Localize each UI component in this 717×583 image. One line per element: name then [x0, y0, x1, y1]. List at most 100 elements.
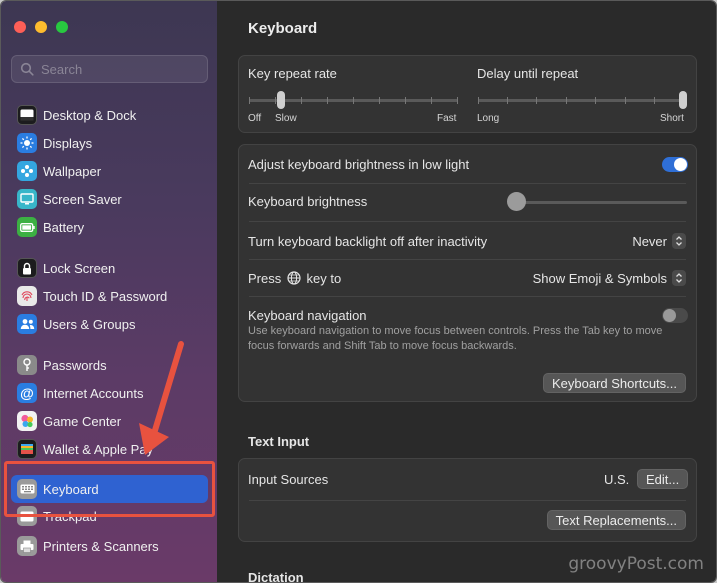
tick — [327, 97, 328, 104]
key-repeat-label: Key repeat rate — [248, 66, 337, 81]
tick — [566, 97, 567, 104]
sidebar-item-label: Battery — [43, 219, 85, 235]
sidebar-item-desktop-dock[interactable]: Desktop & Dock — [11, 101, 208, 129]
sidebar-item-label: Users & Groups — [43, 316, 136, 332]
tick — [595, 97, 596, 104]
sidebar-item-label: Trackpad — [43, 508, 97, 524]
adjust-brightness-toggle[interactable] — [662, 157, 688, 172]
input-sources-label: Input Sources — [248, 472, 329, 487]
game-center-icon — [17, 411, 37, 431]
sidebar-item-users-groups[interactable]: Users & Groups — [11, 310, 208, 338]
backlight-off-popup[interactable]: Never — [632, 233, 686, 249]
sidebar-item-keyboard[interactable]: Keyboard — [11, 475, 208, 503]
press-key-popup[interactable]: Show Emoji & Symbols — [533, 270, 686, 286]
lock-screen-icon — [17, 258, 37, 278]
trackpad-icon — [17, 506, 37, 526]
main-pane: Keyboard Key repeat rate Off Slow Fast D… — [218, 1, 716, 583]
settings-window: Desktop & Dock Displays Wallpaper Screen… — [0, 0, 717, 583]
sidebar-item-label: Displays — [43, 135, 93, 151]
sidebar-item-label: Game Center — [43, 413, 122, 429]
press-key-value: Show Emoji & Symbols — [532, 270, 667, 286]
search-icon — [20, 62, 34, 76]
key-icon — [17, 355, 37, 375]
divider — [249, 500, 686, 501]
sidebar-item-displays[interactable]: Displays — [11, 129, 208, 157]
zoom-button[interactable] — [56, 21, 68, 33]
brightness-knob[interactable] — [507, 192, 526, 211]
at-icon: @ — [17, 383, 37, 403]
sidebar-item-trackpad[interactable]: Trackpad — [11, 504, 208, 528]
delay-min-label: Long — [477, 113, 500, 124]
key-repeat-knob[interactable] — [277, 91, 285, 109]
sidebar-item-label: Lock Screen — [43, 260, 116, 276]
key-repeat-slow-label: Slow — [275, 113, 297, 124]
window-controls — [14, 21, 68, 33]
sidebar-item-screen-saver[interactable]: Screen Saver — [11, 185, 208, 213]
sidebar-item-game-center[interactable]: Game Center — [11, 407, 208, 435]
sidebar-item-printers[interactable]: Printers & Scanners — [11, 532, 208, 560]
keyboard-icon — [17, 479, 37, 499]
tick — [507, 97, 508, 104]
keyboard-options-panel: Adjust keyboard brightness in low light … — [238, 144, 697, 402]
delay-label: Delay until repeat — [477, 66, 579, 81]
search-input[interactable] — [41, 61, 201, 77]
key-repeat-min-label: Off — [248, 113, 262, 124]
text-input-section-title: Text Input — [248, 434, 310, 449]
sidebar-item-internet-accounts[interactable]: @ Internet Accounts — [11, 379, 208, 407]
adjust-brightness-label: Adjust keyboard brightness in low light — [248, 157, 470, 172]
navigation-label: Keyboard navigation — [248, 308, 367, 323]
delay-knob[interactable] — [679, 91, 687, 109]
repeat-panel: Key repeat rate Off Slow Fast Delay unti… — [238, 55, 697, 133]
tick — [301, 97, 302, 104]
sidebar-item-label: Printers & Scanners — [43, 538, 159, 554]
brightness-label: Keyboard brightness — [248, 194, 368, 209]
tick — [353, 97, 354, 104]
keyboard-shortcuts-button[interactable]: Keyboard Shortcuts... — [542, 373, 686, 393]
delay-max-label: Short — [660, 113, 684, 124]
sidebar-item-label: Wallet & Apple Pay — [43, 441, 154, 457]
displays-icon — [17, 133, 37, 153]
sidebar-item-passwords[interactable]: Passwords — [11, 351, 208, 379]
tick — [654, 97, 655, 104]
tick — [431, 97, 432, 104]
page-title: Keyboard — [248, 20, 318, 37]
tick — [275, 97, 276, 104]
sidebar-item-lock-screen[interactable]: Lock Screen — [11, 254, 208, 282]
navigation-toggle[interactable] — [662, 308, 688, 323]
navigation-description: Use keyboard navigation to move focus be… — [248, 325, 663, 352]
desktop-dock-icon — [17, 105, 37, 125]
updown-chevron-icon — [672, 270, 686, 286]
tick — [249, 97, 250, 104]
tick — [405, 97, 406, 104]
divider — [249, 183, 686, 184]
watermark: groovyPost.com — [568, 554, 704, 574]
text-replacements-button[interactable]: Text Replacements... — [546, 510, 686, 530]
close-button[interactable] — [14, 21, 26, 33]
text-input-panel: Input Sources U.S. Edit... Text Replacem… — [238, 458, 697, 542]
press-key-label-post: key to — [306, 271, 342, 286]
sidebar-item-touch-id[interactable]: Touch ID & Password — [11, 282, 208, 310]
press-key-label: Press key to — [248, 271, 341, 286]
tick — [625, 97, 626, 104]
sidebar-item-wallpaper[interactable]: Wallpaper — [11, 157, 208, 185]
sidebar-item-battery[interactable]: Battery — [11, 213, 208, 241]
users-groups-icon — [17, 314, 37, 334]
key-repeat-max-label: Fast — [437, 113, 457, 124]
sidebar-item-label: Internet Accounts — [43, 385, 144, 401]
updown-chevron-icon — [672, 233, 686, 249]
sidebar-item-wallet[interactable]: Wallet & Apple Pay — [11, 435, 208, 463]
edit-input-sources-button[interactable]: Edit... — [637, 469, 689, 489]
globe-icon — [287, 271, 301, 285]
search-field[interactable] — [11, 55, 208, 83]
input-sources-value: U.S. — [604, 472, 630, 487]
press-key-label-pre: Press — [248, 271, 282, 286]
sidebar-item-label: Desktop & Dock — [43, 107, 137, 123]
tick — [478, 97, 479, 104]
dictation-section-title: Dictation — [248, 570, 304, 583]
printer-icon — [17, 536, 37, 556]
tick — [457, 97, 458, 104]
screen-saver-icon — [17, 189, 37, 209]
tick — [536, 97, 537, 104]
divider — [249, 259, 686, 260]
minimize-button[interactable] — [35, 21, 47, 33]
